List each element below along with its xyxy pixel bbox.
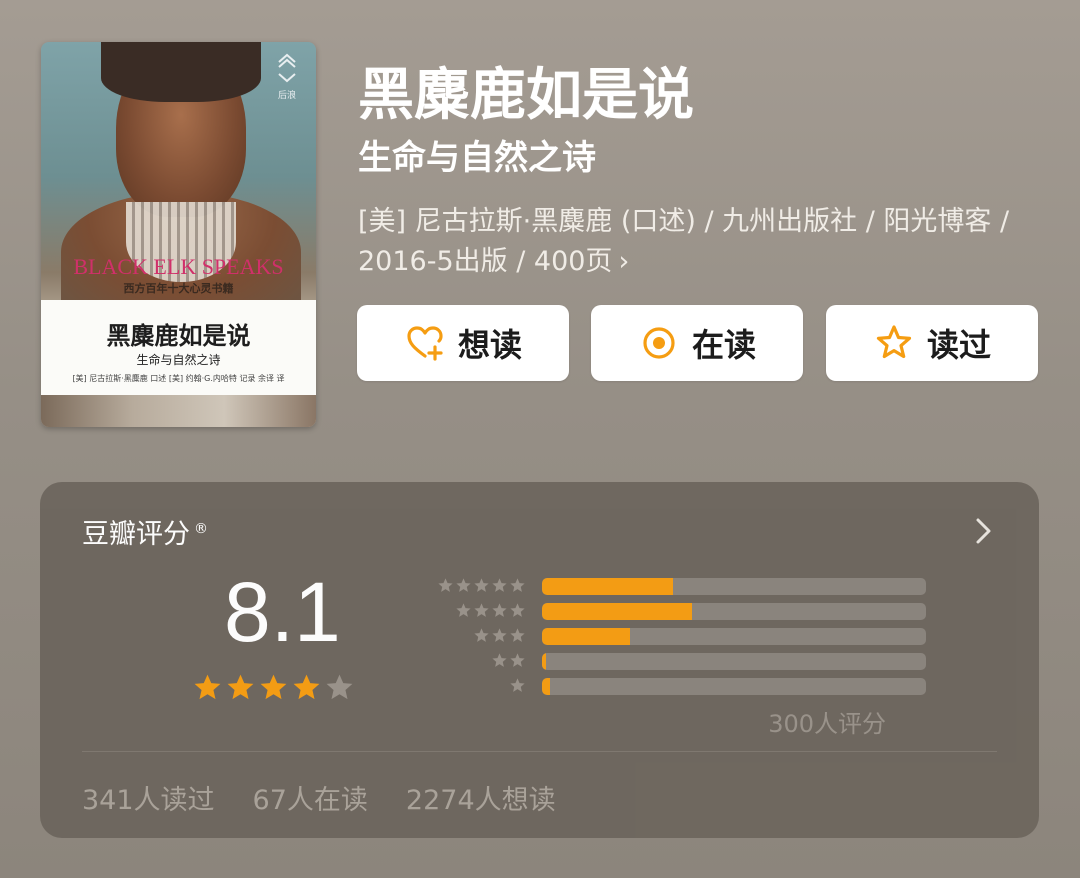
rating-row-1-star: [380, 677, 940, 695]
want-to-read-label: 想读: [457, 326, 522, 364]
rating-bar-track: [542, 628, 926, 645]
rating-bar-fill: [542, 603, 692, 620]
chevron-right-icon[interactable]: [973, 516, 995, 546]
have-read-button[interactable]: 读过: [826, 305, 1038, 381]
reading-button[interactable]: 在读: [591, 305, 803, 381]
divider: [82, 751, 997, 752]
star-small-icon: [492, 628, 507, 642]
star-small-icon: [492, 578, 507, 592]
rating-row-stars: [455, 602, 526, 619]
cover-portrait-headband: [101, 42, 261, 102]
star-small-icon: [474, 578, 489, 592]
heart-plus-icon: [407, 326, 443, 361]
rating-bar-track: [542, 578, 926, 595]
star-small-icon: [510, 628, 525, 642]
star-small-icon: [474, 628, 489, 642]
rating-stars: [192, 672, 355, 703]
rating-row-3-star: [380, 627, 940, 645]
cover-english-title: BLACK ELK SPEAKS: [73, 254, 284, 279]
rating-header: 豆瓣评分 ®: [82, 512, 208, 551]
cover-credit: [美] 尼古拉斯·黑麋鹿 口述 [美] 约翰·G.内哈特 记录 余译 译: [72, 374, 285, 383]
cover-chinese-title: 黑麋鹿如是说: [106, 321, 251, 350]
star-small-icon: [456, 603, 471, 617]
rating-bar-fill: [542, 628, 631, 645]
star-filled-icon: [227, 674, 254, 700]
star-small-icon: [510, 578, 525, 592]
star-filled-icon: [194, 674, 221, 700]
reader-stats: 341人读过 67人在读 2274人想读: [82, 778, 556, 817]
book-subtitle: 生命与自然之诗: [358, 138, 596, 178]
rating-bar-fill: [542, 678, 550, 695]
book-title: 黑麋鹿如是说: [358, 63, 694, 128]
registered-mark: ®: [194, 521, 208, 537]
publisher-badge: 后浪: [274, 52, 300, 101]
star-small-icon: [510, 678, 525, 692]
rating-row-stars: [509, 677, 526, 694]
cover-chinese-subtitle: 生命与自然之诗: [136, 353, 221, 367]
rating-header-text: 豆瓣评分: [82, 519, 190, 550]
rating-row-4-star: [380, 602, 940, 620]
star-filled-icon: [260, 674, 287, 700]
rating-row-stars: [473, 627, 526, 644]
reading-count[interactable]: 67人在读: [253, 778, 368, 817]
star-small-icon: [492, 653, 507, 667]
rating-row-2-star: [380, 652, 940, 670]
publisher-badge-text: 后浪: [277, 91, 296, 101]
star-small-icon: [510, 653, 525, 667]
rating-row-stars: [437, 577, 526, 594]
star-small-icon: [474, 603, 489, 617]
want-count[interactable]: 2274人想读: [406, 778, 556, 817]
book-meta[interactable]: [美] 尼古拉斯·黑麋鹿 (口述) / 九州出版社 / 阳光博客 / 2016-…: [358, 202, 1048, 282]
rating-count: 300人评分: [768, 710, 886, 738]
have-read-label: 读过: [926, 326, 991, 364]
rating-bar-fill: [542, 653, 546, 670]
rating-bar-fill: [542, 578, 673, 595]
star-small-icon: [456, 578, 471, 592]
star-outline-icon: [876, 325, 912, 359]
rating-score: 8.1: [224, 565, 341, 659]
star-small-icon: [510, 603, 525, 617]
rating-bar-track: [542, 603, 926, 620]
reading-label: 在读: [691, 326, 756, 364]
rating-bar-track: [542, 653, 926, 670]
book-cover[interactable]: 后浪 BLACK ELK SPEAKS 西方百年十大心灵书籍 黑麋鹿如是说 生命…: [41, 42, 316, 427]
want-to-read-button[interactable]: 想读: [357, 305, 569, 381]
rating-row-stars: [491, 652, 526, 669]
cover-bottom-image: [41, 395, 316, 427]
read-count[interactable]: 341人读过: [82, 778, 215, 817]
rating-row-5-star: [380, 577, 940, 595]
target-circle-icon: [643, 327, 675, 359]
star-small-icon: [492, 603, 507, 617]
star-filled-icon: [293, 674, 320, 700]
rating-panel[interactable]: 豆瓣评分 ® 8.1 300人评分 341人读过 67人在读 2274人想读: [40, 482, 1039, 838]
chevron-right-icon: ›: [618, 246, 630, 277]
cover-english-subtitle: 西方百年十大心灵书籍: [123, 282, 234, 295]
book-meta-text: [美] 尼古拉斯·黑麋鹿 (口述) / 九州出版社 / 阳光博客 / 2016-…: [358, 206, 1010, 277]
star-empty-icon: [326, 674, 353, 700]
rating-bar-track: [542, 678, 926, 695]
star-small-icon: [438, 578, 453, 592]
